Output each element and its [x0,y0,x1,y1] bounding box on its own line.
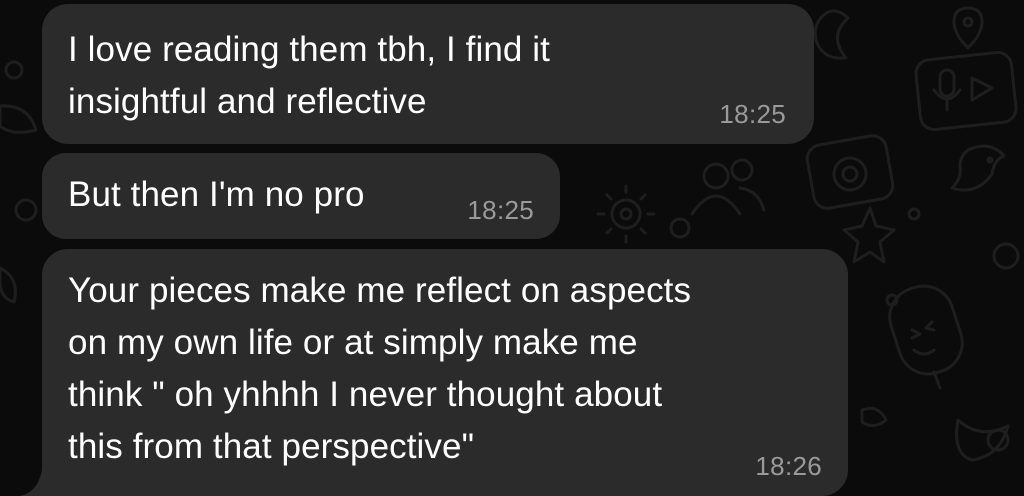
message-timestamp: 18:25 [719,99,786,129]
message-bubble[interactable]: I love reading them tbh, I find it insig… [42,4,814,144]
message-text: I love reading them tbh, I find it insig… [68,30,551,121]
message-bubble[interactable]: Your pieces make me reflect on aspects o… [42,249,848,496]
message-text: But then I'm no pro [68,175,365,214]
message-timestamp: 18:25 [467,195,534,225]
chat-thread[interactable]: I love reading them tbh, I find it insig… [0,0,1024,496]
message-timestamp: 18:26 [755,451,822,481]
message-text: Your pieces make me reflect on aspects o… [68,271,692,466]
message-bubble[interactable]: But then I'm no pro 18:25 [42,153,560,239]
